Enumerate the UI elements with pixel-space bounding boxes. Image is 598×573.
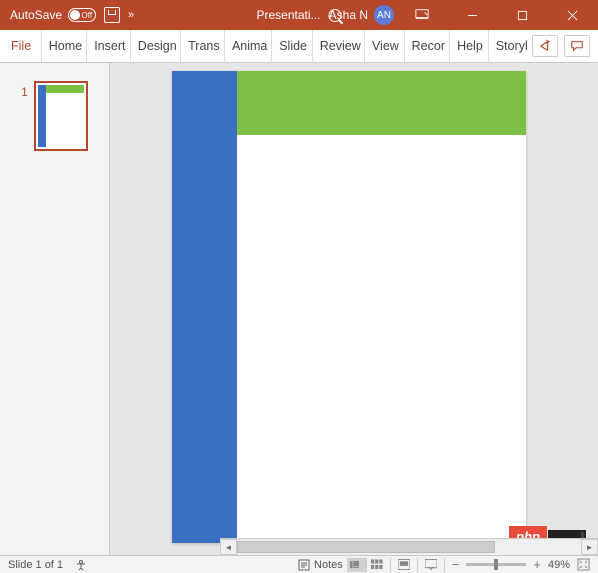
statusbar-right: Notes − + 49% [298, 557, 590, 572]
close-button[interactable] [550, 0, 594, 30]
share-button[interactable] [532, 35, 558, 57]
scroll-thumb[interactable] [237, 541, 495, 553]
tab-transitions[interactable]: Trans [180, 30, 224, 62]
document-title[interactable]: Presentati... [256, 8, 320, 22]
slide-number: 1 [21, 81, 28, 555]
green-rectangle-shape[interactable] [237, 71, 526, 135]
tab-label: File [11, 39, 31, 53]
normal-view-button[interactable] [347, 558, 367, 572]
tab-label: Design [138, 39, 177, 53]
maximize-button[interactable] [500, 0, 544, 30]
zoom-slider[interactable] [466, 563, 526, 566]
reading-view-button[interactable] [398, 558, 418, 572]
tab-record[interactable]: Recor [404, 30, 449, 62]
qat-overflow-icon[interactable]: » [128, 9, 132, 21]
tab-label: Insert [94, 39, 125, 53]
tab-home[interactable]: Home [41, 30, 86, 62]
title-bar: AutoSave Off » Presentati... Asha N AN [0, 0, 598, 30]
thumbnail-panel[interactable]: 1 [0, 63, 110, 555]
titlebar-right: Asha N AN [329, 0, 598, 30]
zoom-out-button[interactable]: − [452, 557, 460, 572]
status-bar: Slide 1 of 1 Notes − + 49% [0, 555, 598, 573]
tab-file[interactable]: File [0, 30, 41, 62]
scroll-right-button[interactable]: ► [581, 539, 598, 555]
autosave-toggle[interactable]: AutoSave Off [10, 8, 96, 22]
tab-view[interactable]: View [364, 30, 404, 62]
tab-design[interactable]: Design [130, 30, 180, 62]
horizontal-scrollbar[interactable]: ◄ ► [220, 538, 598, 555]
minimize-button[interactable] [450, 0, 494, 30]
slide-thumbnail[interactable] [34, 81, 88, 151]
tab-insert[interactable]: Insert [86, 30, 130, 62]
accessibility-button[interactable] [75, 559, 87, 571]
thumbnail-item[interactable]: 1 [21, 81, 88, 555]
save-icon[interactable] [104, 7, 120, 23]
tab-slideshow[interactable]: Slide [271, 30, 312, 62]
slide[interactable] [172, 71, 526, 543]
titlebar-left: AutoSave Off » [0, 7, 132, 23]
tab-label: Recor [412, 39, 445, 53]
ribbon-display-options-icon[interactable] [400, 0, 444, 30]
tab-label: Anima [232, 39, 267, 53]
titlebar-center: Presentati... [256, 8, 341, 22]
autosave-label: AutoSave [10, 8, 62, 22]
slideshow-view-button[interactable] [425, 558, 445, 572]
tab-label: Trans [188, 39, 220, 53]
toggle-switch-icon: Off [68, 8, 96, 22]
tab-help[interactable]: Help [449, 30, 488, 62]
tab-label: Slide [279, 39, 307, 53]
blue-rectangle-shape[interactable] [172, 71, 237, 543]
scroll-track[interactable] [237, 539, 581, 555]
workspace: 1 php ◄ ► [0, 63, 598, 555]
thumb-blue-shape [38, 85, 46, 147]
thumb-green-shape [46, 85, 84, 93]
comments-button[interactable] [564, 35, 590, 57]
tab-animations[interactable]: Anima [224, 30, 271, 62]
tab-storyline[interactable]: Storyl [488, 30, 532, 62]
tab-label: Help [457, 39, 483, 53]
user-avatar[interactable]: AN [374, 5, 394, 25]
slide-indicator[interactable]: Slide 1 of 1 [8, 559, 63, 571]
autosave-state: Off [82, 9, 93, 22]
slide-canvas[interactable]: php ◄ ► [110, 63, 598, 555]
notes-label: Notes [314, 559, 343, 571]
tab-label: Review [320, 39, 361, 53]
tab-label: Home [49, 39, 82, 53]
scroll-left-button[interactable]: ◄ [220, 539, 237, 555]
slide-sorter-view-button[interactable] [371, 558, 391, 572]
ribbon-tabs: File Home Insert Design Trans Anima Slid… [0, 30, 598, 63]
user-initials: AN [377, 10, 391, 21]
tab-label: Storyl [496, 39, 528, 53]
notes-button[interactable]: Notes [298, 559, 343, 571]
search-icon[interactable] [329, 9, 342, 22]
ribbon-right-controls [532, 30, 598, 62]
zoom-value[interactable]: 49% [548, 559, 570, 571]
zoom-in-button[interactable]: + [533, 557, 541, 572]
fit-to-window-icon[interactable] [577, 558, 590, 571]
tab-review[interactable]: Review [312, 30, 364, 62]
tab-label: View [372, 39, 399, 53]
